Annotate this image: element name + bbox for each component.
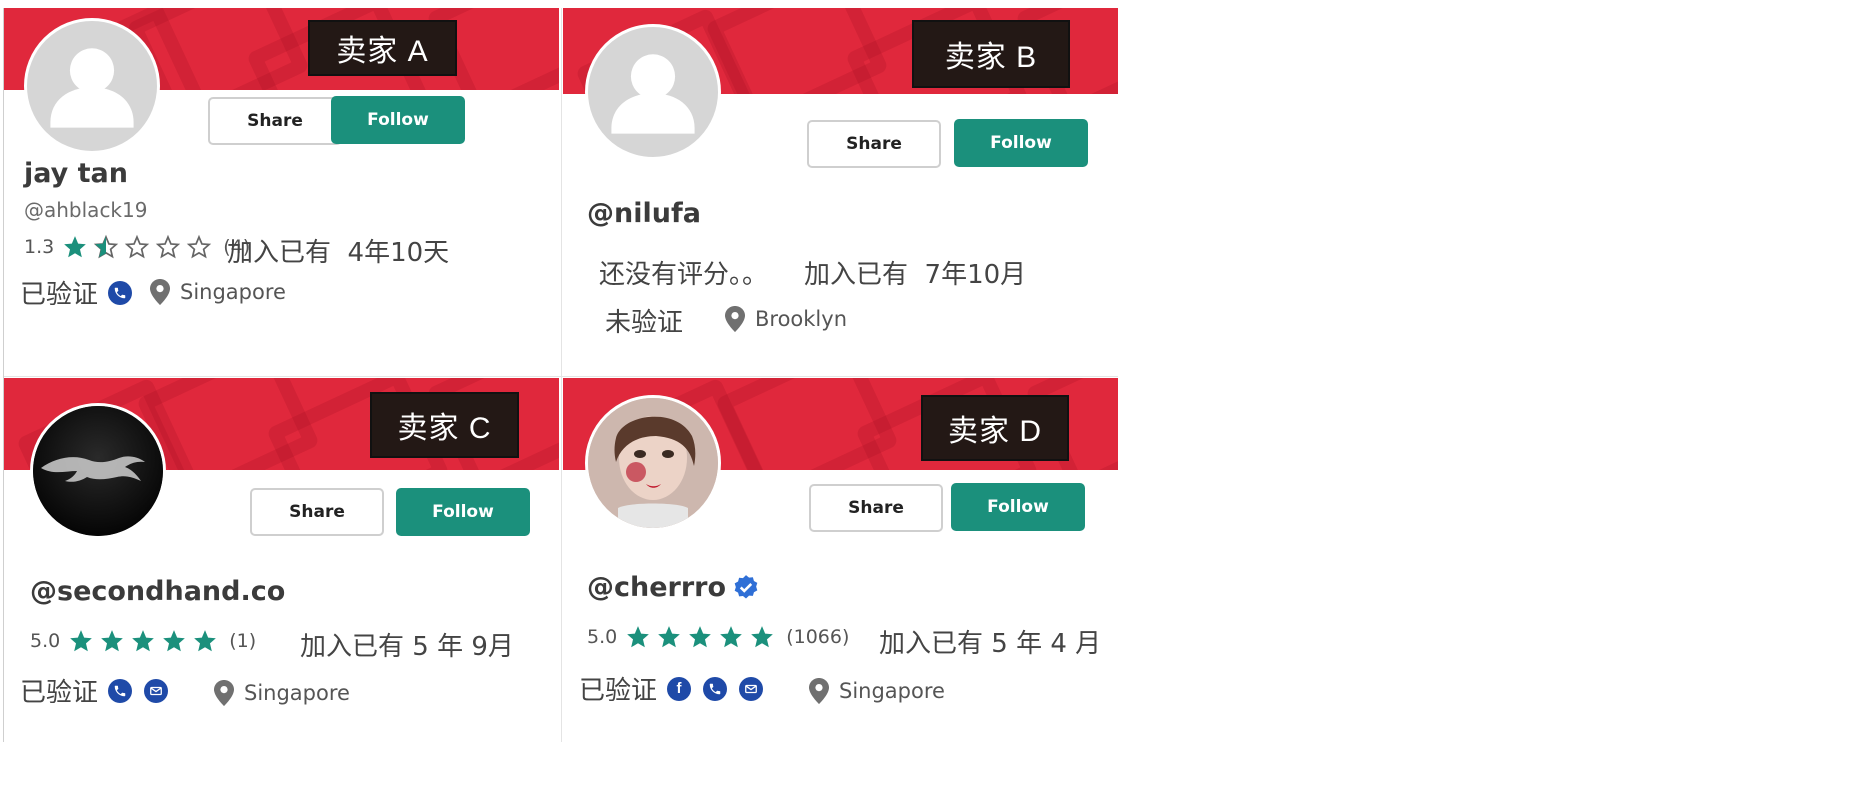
star-full-icon: [749, 624, 775, 650]
display-name: jay tan: [24, 158, 128, 189]
joined-prefix: 加入已有: [879, 629, 984, 659]
verification-row: 已验证: [20, 274, 133, 311]
verified-label: 已验证: [579, 676, 658, 706]
username-text: @cherrro: [587, 572, 727, 603]
star-full-icon: [687, 624, 713, 650]
follow-button[interactable]: Follow: [396, 488, 530, 536]
joined-label: 加入已有 5 年 9月: [300, 626, 514, 663]
joined-duration: 7年10月: [924, 260, 1027, 290]
jaguar-logo-icon: [33, 406, 163, 536]
location-text: Singapore: [180, 280, 286, 304]
location-text: Brooklyn: [755, 307, 848, 331]
star-full-icon: [62, 234, 88, 260]
username: @cherrro: [587, 572, 760, 603]
joined-prefix: 加入已有: [300, 632, 405, 662]
rating-row: 1.3 (4): [24, 234, 250, 260]
location: Brooklyn: [725, 306, 847, 332]
location-text: Singapore: [244, 681, 350, 705]
joined-label: 加入已有 5 年 4 月: [879, 623, 1101, 660]
seller-card-b: 卖家 B Share Follow @nilufa 还没有评分。。 加入已有 7…: [563, 8, 1118, 380]
rating-stars: [62, 234, 217, 260]
rating-value: 5.0: [30, 630, 61, 652]
review-count[interactable]: (1066): [786, 626, 849, 648]
star-full-icon: [130, 628, 156, 654]
star-full-icon: [718, 624, 744, 650]
seller-tag: 卖家 C: [370, 392, 519, 458]
grid-divider: [4, 376, 1118, 377]
email-icon: [739, 676, 764, 701]
follow-button[interactable]: Follow: [331, 96, 465, 144]
star-empty-icon: [155, 234, 181, 260]
username: @nilufa: [587, 198, 701, 229]
joined-label: 加入已有 7年10月: [804, 254, 1026, 291]
joined-prefix: 加入已有: [227, 238, 332, 268]
username: @secondhand.co: [30, 576, 286, 607]
seller-card-d: 卖家 D Share Follow @cherrro 5.0 (1066) 加入…: [563, 378, 1118, 742]
share-button[interactable]: Share: [807, 120, 941, 168]
phone-icon: [108, 280, 133, 305]
grid-divider: [3, 8, 4, 742]
default-avatar-icon: [588, 27, 718, 157]
phone-icon: [108, 678, 133, 703]
location-pin-icon: [725, 306, 745, 332]
seller-card-a: 卖家 A Share Follow jay tan @ahblack19 1.3…: [4, 8, 559, 380]
location-pin-icon: [214, 680, 234, 706]
location-text: Singapore: [839, 679, 945, 703]
location-pin-icon: [150, 279, 170, 305]
star-full-icon: [99, 628, 125, 654]
rating-row: 5.0 (1): [30, 628, 256, 654]
phone-icon: [703, 676, 728, 701]
avatar[interactable]: [585, 395, 721, 531]
share-button[interactable]: Share: [809, 484, 943, 532]
rating-row: 5.0 (1066): [587, 624, 849, 650]
location: Singapore: [214, 680, 350, 706]
seller-tag: 卖家 B: [912, 20, 1070, 88]
email-icon: [144, 678, 169, 703]
location: Singapore: [809, 678, 945, 704]
seller-tag: 卖家 D: [921, 395, 1069, 461]
joined-duration: 5 年 9月: [412, 632, 514, 662]
star-full-icon: [656, 624, 682, 650]
joined-duration: 5 年 4 月: [991, 629, 1102, 659]
default-avatar-icon: [27, 21, 157, 151]
rating-stars: [625, 624, 780, 650]
star-half-icon: [93, 234, 119, 260]
no-rating-text: 还没有评分。。: [599, 260, 769, 290]
avatar[interactable]: [24, 18, 160, 154]
verification-row: 已验证 f: [579, 670, 764, 707]
grid-divider: [561, 8, 562, 742]
avatar[interactable]: [30, 403, 166, 539]
location-pin-icon: [809, 678, 829, 704]
follow-button[interactable]: Follow: [954, 119, 1088, 167]
star-full-icon: [192, 628, 218, 654]
rating-value: 5.0: [587, 626, 618, 648]
seller-card-c: 卖家 C Share Follow @secondhand.co 5.0 (1)…: [4, 378, 559, 742]
unverified-label: 未验证: [605, 308, 684, 338]
username: @ahblack19: [24, 198, 148, 222]
star-empty-icon: [186, 234, 212, 260]
verified-label: 已验证: [20, 280, 99, 310]
share-button[interactable]: Share: [250, 488, 384, 536]
star-full-icon: [68, 628, 94, 654]
verification-row: 已验证: [20, 672, 169, 709]
location: Singapore: [150, 279, 286, 305]
follow-button[interactable]: Follow: [951, 483, 1085, 531]
review-count[interactable]: (1): [229, 630, 256, 652]
star-empty-icon: [124, 234, 150, 260]
rating-value: 1.3: [24, 236, 55, 258]
verified-label: 已验证: [20, 678, 99, 708]
joined-duration: 4年10天: [347, 238, 450, 268]
joined-prefix: 加入已有: [804, 260, 909, 290]
star-full-icon: [625, 624, 651, 650]
joined-label: 加入已有 4年10天: [227, 232, 449, 269]
verified-badge-icon: [734, 574, 758, 598]
seller-tag: 卖家 A: [308, 20, 457, 76]
avatar[interactable]: [585, 24, 721, 160]
share-button[interactable]: Share: [208, 97, 342, 145]
star-full-icon: [161, 628, 187, 654]
profile-photo: [588, 398, 718, 528]
rating-stars: [68, 628, 223, 654]
facebook-icon: f: [667, 676, 692, 701]
